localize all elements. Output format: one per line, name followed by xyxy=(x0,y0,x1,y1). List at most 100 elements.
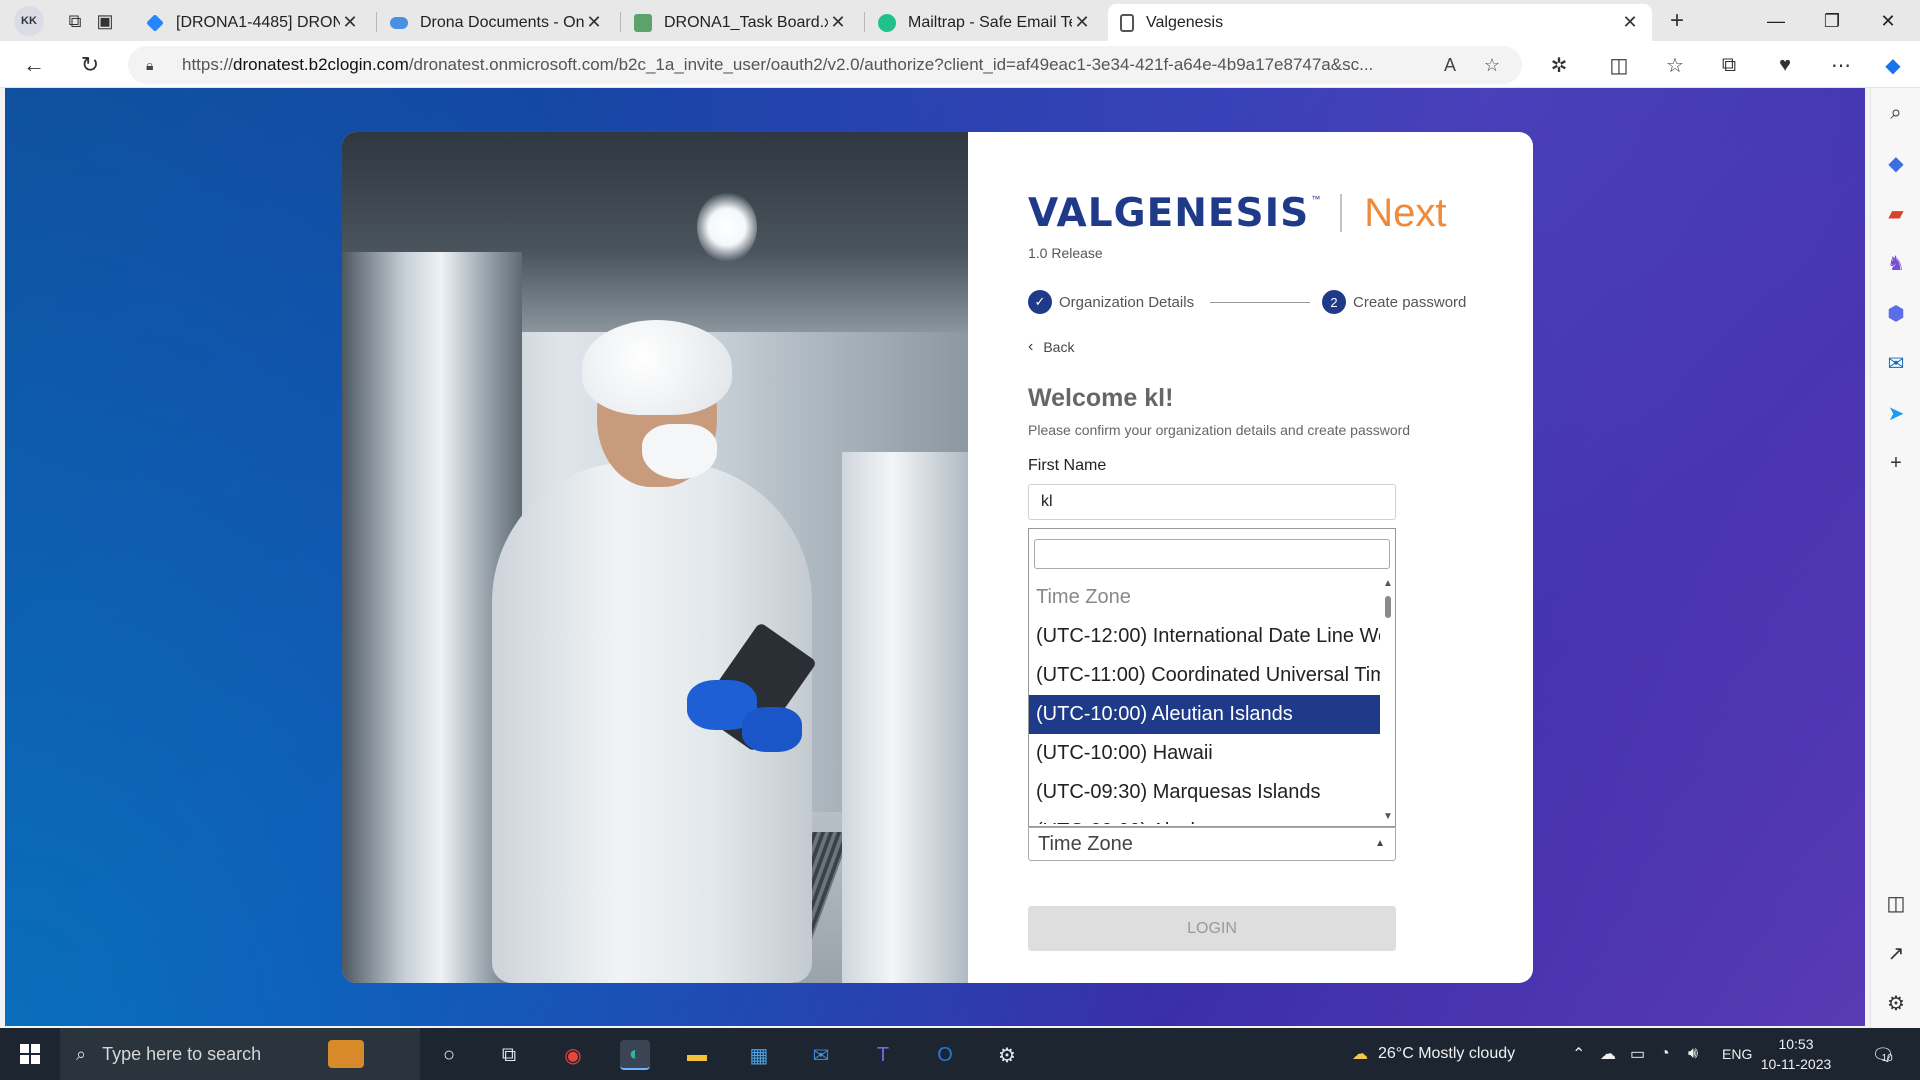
timezone-option[interactable]: (UTC-11:00) Coordinated Universal Time-1… xyxy=(1029,656,1380,695)
valgenesis-next-logo: VALGENESIS ™ Next xyxy=(1028,188,1446,238)
games-icon[interactable]: ♞ xyxy=(1881,248,1911,278)
more-menu-icon[interactable]: ⋯ xyxy=(1826,50,1856,80)
task-view-icon[interactable]: ⧉ xyxy=(494,1040,524,1070)
start-button[interactable] xyxy=(10,1038,50,1070)
open-external-icon[interactable]: ↗ xyxy=(1881,938,1911,968)
timezone-options-list: Time Zone (UTC-12:00) International Date… xyxy=(1029,578,1380,824)
clock-date: 10-11-2023 xyxy=(1760,1056,1832,1072)
scroll-up-arrow-icon[interactable]: ▲ xyxy=(1383,578,1393,589)
tab-title: Valgenesis xyxy=(1146,13,1224,31)
step-organization-details: Organization Details xyxy=(1059,294,1195,311)
tab-actions-icon[interactable]: ▣ xyxy=(92,8,118,34)
tab-excel[interactable]: DRONA1_Task Board.xlsx ✕ xyxy=(622,4,860,41)
hide-sidebar-icon[interactable]: ◫ xyxy=(1881,888,1911,918)
jira-icon xyxy=(146,13,164,32)
edge-sidebar: ⌕ ◆ ▰ ♞ ⬢ ✉ ➤ + ◫ ↗ ⚙ xyxy=(1870,88,1920,1028)
timezone-option[interactable]: (UTC-12:00) International Date Line West xyxy=(1029,617,1380,656)
taskbar-clock[interactable]: 10:53 10-11-2023 xyxy=(1752,1034,1840,1074)
onedrive-tray-icon[interactable]: ☁ xyxy=(1600,1028,1616,1080)
login-button[interactable]: LOGIN xyxy=(1028,906,1396,951)
battery-icon[interactable]: ▭ xyxy=(1630,1028,1645,1080)
options-scrollbar[interactable]: ▲ ▼ xyxy=(1382,578,1394,822)
toolbox-icon[interactable]: ▰ xyxy=(1881,198,1911,228)
search-icon[interactable]: ⌕ xyxy=(1881,98,1911,128)
timezone-option[interactable]: (UTC-10:00) Hawaii xyxy=(1029,734,1380,773)
close-tab-icon[interactable]: ✕ xyxy=(584,12,604,33)
outlook-icon[interactable]: O xyxy=(930,1040,960,1070)
checkmark-icon: ✓ xyxy=(1028,290,1052,314)
wifi-icon[interactable]: ◔ xyxy=(1660,1028,1670,1080)
file-explorer-icon[interactable]: ▬ xyxy=(682,1040,712,1070)
progress-stepper: ✓ Organization Details 2 Create password xyxy=(1028,287,1478,317)
refresh-icon[interactable]: ↻ xyxy=(74,49,106,81)
login-card: VALGENESIS ™ Next 1.0 Release ✓ Organiza… xyxy=(342,132,1533,983)
tab-valgenesis[interactable]: Valgenesis ✕ xyxy=(1108,4,1652,41)
notification-count: 10 xyxy=(1881,1052,1893,1064)
lock-icon: 🔒︎ xyxy=(146,56,154,73)
split-screen-icon[interactable]: ◫ xyxy=(1604,50,1634,80)
tab-onedrive[interactable]: Drona Documents - OneDrive ✕ xyxy=(378,4,616,41)
first-name-input[interactable] xyxy=(1028,484,1396,520)
extensions-icon[interactable]: ✲ xyxy=(1544,50,1574,80)
chevron-up-icon[interactable]: ⌃ xyxy=(1572,1028,1585,1080)
page-background: VALGENESIS ™ Next 1.0 Release ✓ Organiza… xyxy=(5,88,1865,1026)
workspaces-icon[interactable]: ⧉ xyxy=(62,8,88,34)
add-sidebar-app-icon[interactable]: + xyxy=(1881,448,1911,478)
chrome-icon[interactable]: ◉ xyxy=(558,1040,588,1070)
cortana-icon[interactable]: ○ xyxy=(434,1040,464,1070)
favorite-star-icon[interactable]: ☆ xyxy=(1478,51,1506,79)
shopping-tag-icon[interactable]: ◆ xyxy=(1881,148,1911,178)
timezone-option[interactable]: Time Zone xyxy=(1029,578,1380,617)
timezone-search-input[interactable] xyxy=(1034,539,1390,569)
browser-health-icon[interactable]: ♥ xyxy=(1770,50,1800,80)
outlook-icon[interactable]: ✉ xyxy=(1881,348,1911,378)
copilot-icon[interactable]: ◆ xyxy=(1878,50,1908,80)
tab-mailtrap[interactable]: Mailtrap - Safe Email Testing ✕ xyxy=(866,4,1104,41)
close-tab-icon[interactable]: ✕ xyxy=(340,12,360,33)
send-icon[interactable]: ➤ xyxy=(1881,398,1911,428)
minimize-button[interactable]: — xyxy=(1748,4,1804,38)
settings-gear-icon[interactable]: ⚙ xyxy=(992,1040,1022,1070)
clock-time: 10:53 xyxy=(1778,1036,1814,1052)
restore-button[interactable]: ❐ xyxy=(1804,4,1860,38)
logo-product: Next xyxy=(1364,190,1447,235)
collections-icon[interactable]: ⧉ xyxy=(1714,50,1744,80)
page-icon xyxy=(1120,13,1134,32)
microsoft-365-icon[interactable]: ⬢ xyxy=(1881,298,1911,328)
mail-icon[interactable]: ✉ xyxy=(806,1040,836,1070)
windows-logo-icon xyxy=(20,1044,40,1064)
favorites-icon[interactable]: ☆ xyxy=(1660,50,1690,80)
url-text[interactable]: https://dronatest.b2clogin.com/dronatest… xyxy=(182,55,1402,75)
read-aloud-icon[interactable]: A xyxy=(1436,51,1464,79)
close-tab-icon[interactable]: ✕ xyxy=(1072,12,1092,33)
microsoft-store-icon[interactable]: ▦ xyxy=(744,1040,774,1070)
close-window-button[interactable]: ✕ xyxy=(1860,4,1916,38)
teams-icon[interactable]: T xyxy=(868,1040,898,1070)
tab-title: Drona Documents - OneDrive xyxy=(420,13,584,31)
url-bar[interactable]: 🔒︎ https://dronatest.b2clogin.com/dronat… xyxy=(128,46,1522,84)
timezone-option-highlighted[interactable]: (UTC-10:00) Aleutian Islands xyxy=(1029,695,1380,734)
step-create-password: Create password xyxy=(1353,294,1467,311)
settings-gear-icon[interactable]: ⚙ xyxy=(1881,988,1911,1018)
timezone-option[interactable]: (UTC-09:00) Alaska xyxy=(1029,812,1380,824)
profile-avatar[interactable]: KK xyxy=(14,6,44,36)
timezone-option[interactable]: (UTC-09:30) Marquesas Islands xyxy=(1029,773,1380,812)
close-tab-icon[interactable]: ✕ xyxy=(1620,12,1640,33)
back-link[interactable]: ‹ Back xyxy=(1028,338,1074,356)
briefcase-icon xyxy=(328,1040,364,1068)
release-label: 1.0 Release xyxy=(1028,245,1103,261)
taskbar-search-box[interactable]: ⌕ Type here to search xyxy=(60,1028,420,1080)
windows-taskbar: ⌕ Type here to search ○ ⧉ ◉ ◐ ▬ ▦ ✉ T O … xyxy=(0,1028,1920,1080)
weather-widget[interactable]: ☁ 26°C Mostly cloudy xyxy=(1352,1028,1515,1080)
new-tab-button[interactable]: + xyxy=(1662,6,1692,36)
close-tab-icon[interactable]: ✕ xyxy=(828,12,848,33)
edge-icon[interactable]: ◐ xyxy=(620,1040,650,1070)
tab-jira[interactable]: [DRONA1-4485] DRONA1-3910 S ✕ xyxy=(134,4,372,41)
back-arrow-icon[interactable]: ← xyxy=(18,49,50,81)
timezone-select[interactable]: Time Zone ▲ xyxy=(1028,827,1396,861)
scroll-down-arrow-icon[interactable]: ▼ xyxy=(1383,811,1393,822)
language-indicator[interactable]: ENG xyxy=(1722,1028,1752,1080)
scrollbar-thumb[interactable] xyxy=(1385,596,1391,618)
notification-center-icon[interactable]: 🗨︎ 10 xyxy=(1868,1040,1898,1070)
speaker-icon[interactable]: 🔊︎ xyxy=(1688,1028,1698,1080)
